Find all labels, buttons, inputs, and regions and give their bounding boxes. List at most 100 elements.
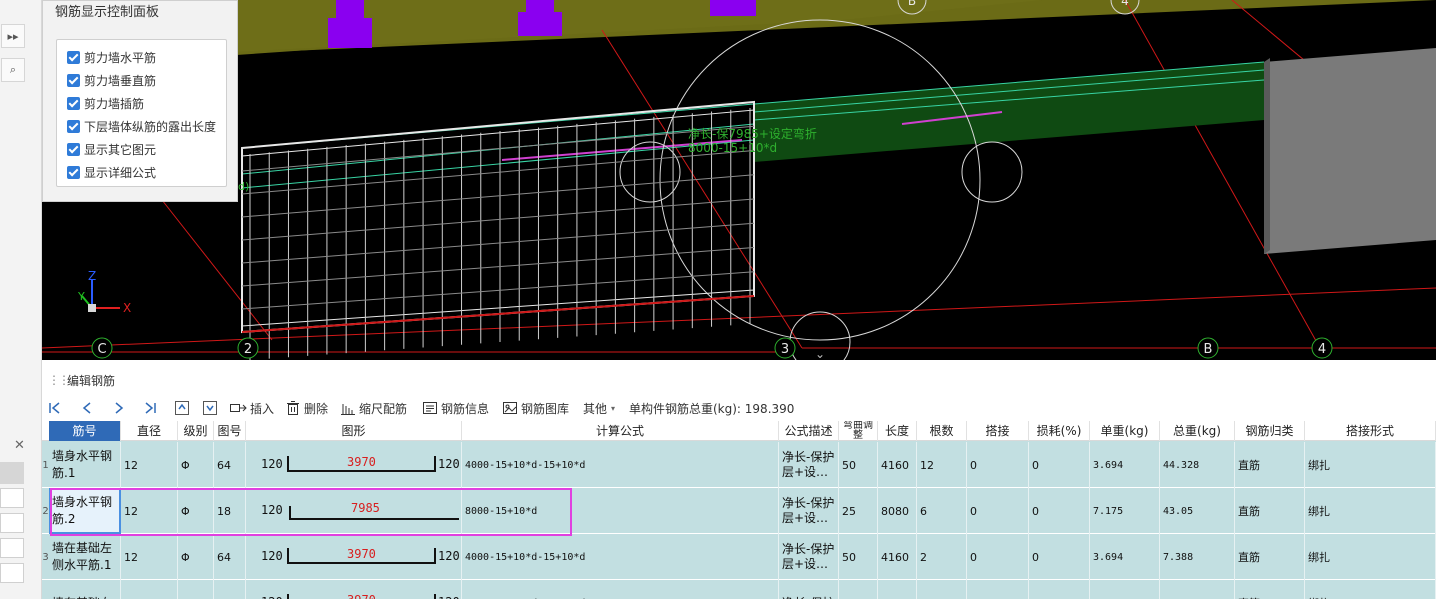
header-category[interactable]: 钢筋归类 bbox=[1235, 421, 1305, 441]
collapse-chevron-icon[interactable]: ⌄ bbox=[815, 347, 825, 360]
shape-cell[interactable]: 120 3970 120 bbox=[246, 534, 462, 580]
move-up-button[interactable] bbox=[174, 398, 190, 418]
header-formula[interactable]: 计算公式 bbox=[462, 421, 779, 441]
header-figure-no[interactable]: 图号 bbox=[214, 421, 246, 441]
header-lap-type[interactable]: 搭接形式 bbox=[1305, 421, 1436, 441]
header-unit-weight[interactable]: 单重(kg) bbox=[1090, 421, 1160, 441]
diameter-cell[interactable]: 12 bbox=[121, 442, 178, 488]
table-row[interactable]: 2 墙身水平钢筋.2 12 Φ 18 8000-15+10*d 净长-保护层+设… 25 808… bbox=[42, 488, 1436, 534]
lap-cell[interactable]: 0 bbox=[967, 534, 1029, 580]
drag-grip-icon[interactable]: ⋮⋮ bbox=[48, 373, 70, 387]
length-cell[interactable]: 4160 bbox=[878, 534, 917, 580]
next-record-button[interactable] bbox=[112, 398, 126, 418]
header-bar-number[interactable]: 筋号 bbox=[49, 421, 121, 441]
count-cell[interactable]: 12 bbox=[917, 442, 967, 488]
header-count[interactable]: 根数 bbox=[917, 421, 967, 441]
header-formula-desc[interactable]: 公式描述 bbox=[779, 421, 839, 441]
total-wt-cell[interactable]: 7.388 bbox=[1160, 580, 1235, 599]
unit-wt-cell[interactable]: 7.175 bbox=[1090, 488, 1160, 534]
desc-cell[interactable]: 净长-保护 bbox=[779, 580, 839, 599]
category-cell[interactable]: 直筋 bbox=[1235, 580, 1305, 599]
diameter-cell[interactable]: 12 bbox=[121, 534, 178, 580]
option-show-other-elements[interactable]: 显示其它图元 bbox=[67, 140, 156, 158]
header-length[interactable]: 长度 bbox=[878, 421, 917, 441]
grade-cell[interactable]: Φ bbox=[178, 488, 214, 534]
lap-type-cell[interactable]: 绑扎 bbox=[1305, 488, 1436, 534]
lap-cell[interactable]: 0 bbox=[967, 580, 1029, 599]
unit-wt-cell[interactable]: 3.694 bbox=[1090, 580, 1160, 599]
loss-cell[interactable]: 0 bbox=[1029, 442, 1090, 488]
header-loss[interactable]: 损耗(%) bbox=[1029, 421, 1090, 441]
count-cell[interactable]: 2 bbox=[917, 580, 967, 599]
sidebar-selected-item[interactable] bbox=[0, 462, 24, 484]
formula-cell[interactable]: 8000-15+10*d bbox=[462, 488, 779, 534]
diameter-cell[interactable]: 12 bbox=[121, 580, 178, 599]
checkbox-checked-icon[interactable] bbox=[67, 96, 80, 110]
option-shear-wall-vertical[interactable]: 剪力墙垂直筋 bbox=[67, 71, 156, 89]
checkbox-checked-icon[interactable] bbox=[67, 119, 80, 133]
bend-cell[interactable]: 25 bbox=[839, 488, 878, 534]
length-cell[interactable]: 4160 bbox=[878, 442, 917, 488]
sidebar-field[interactable] bbox=[0, 563, 24, 583]
bar-name-cell[interactable]: 墙身水平钢筋.2 bbox=[49, 488, 121, 534]
sidebar-field[interactable] bbox=[0, 538, 24, 558]
grade-cell[interactable]: Φ bbox=[178, 534, 214, 580]
diameter-cell[interactable]: 12 bbox=[121, 488, 178, 534]
lap-type-cell[interactable]: 绑扎 bbox=[1305, 580, 1436, 599]
table-row[interactable]: 1 墙身水平钢筋.1 12 Φ 64 4000-15+10*d-15+10*d 净长-保护层… bbox=[42, 442, 1436, 488]
option-shear-wall-horizontal[interactable]: 剪力墙水平筋 bbox=[67, 48, 156, 66]
table-row[interactable]: 4墙在基础右12Φ64 4000-15+10*d-15+10*d净长-保护5041… bbox=[42, 580, 1436, 599]
option-exposed-length[interactable]: 下层墙体纵筋的露出长度 bbox=[67, 117, 216, 135]
header-shape[interactable]: 图形 bbox=[246, 421, 462, 441]
other-dropdown[interactable]: 其他 ▾ bbox=[583, 398, 615, 418]
bend-cell[interactable]: 50 bbox=[839, 442, 878, 488]
shape-cell[interactable]: 120 7985 bbox=[246, 488, 462, 534]
table-row[interactable]: 3 墙在基础左侧水平筋.1 12 Φ 64 4000-15+10*d-15+10*d 净长-… bbox=[42, 534, 1436, 580]
fig-no-cell[interactable]: 18 bbox=[214, 488, 246, 534]
unit-wt-cell[interactable]: 3.694 bbox=[1090, 442, 1160, 488]
close-icon[interactable]: ✕ bbox=[14, 438, 25, 453]
sidebar-field[interactable] bbox=[0, 513, 24, 533]
checkbox-checked-icon[interactable] bbox=[67, 50, 80, 64]
header-lap[interactable]: 搭接 bbox=[967, 421, 1029, 441]
bend-cell[interactable]: 50 bbox=[839, 580, 878, 599]
count-cell[interactable]: 2 bbox=[917, 534, 967, 580]
checkbox-checked-icon[interactable] bbox=[67, 73, 80, 87]
grade-cell[interactable]: Φ bbox=[178, 442, 214, 488]
bar-name-cell[interactable]: 墙在基础右 bbox=[49, 580, 121, 599]
header-bend-adjust[interactable]: 弯曲调整 bbox=[839, 421, 878, 441]
last-record-button[interactable] bbox=[143, 398, 157, 418]
previous-record-button[interactable] bbox=[80, 398, 94, 418]
formula-cell[interactable]: 4000-15+10*d-15+10*d bbox=[462, 442, 779, 488]
shape-cell[interactable]: 120 3970 120 bbox=[246, 442, 462, 488]
lap-cell[interactable]: 0 bbox=[967, 488, 1029, 534]
bend-cell[interactable]: 50 bbox=[839, 534, 878, 580]
header-diameter[interactable]: 直径(mm) bbox=[121, 421, 178, 441]
category-cell[interactable]: 直筋 bbox=[1235, 534, 1305, 580]
desc-cell[interactable]: 净长-保护层+设… bbox=[779, 488, 839, 534]
total-wt-cell[interactable]: 44.328 bbox=[1160, 442, 1235, 488]
lap-cell[interactable]: 0 bbox=[967, 442, 1029, 488]
first-record-button[interactable] bbox=[48, 398, 62, 418]
formula-cell[interactable]: 4000-15+10*d-15+10*d bbox=[462, 580, 779, 599]
length-cell[interactable]: 4160 bbox=[878, 580, 917, 599]
lap-type-cell[interactable]: 绑扎 bbox=[1305, 442, 1436, 488]
grade-cell[interactable]: Φ bbox=[178, 580, 214, 599]
bar-name-cell[interactable]: 墙在基础左侧水平筋.1 bbox=[49, 534, 121, 580]
loss-cell[interactable]: 0 bbox=[1029, 580, 1090, 599]
category-cell[interactable]: 直筋 bbox=[1235, 488, 1305, 534]
fig-no-cell[interactable]: 64 bbox=[214, 534, 246, 580]
unit-wt-cell[interactable]: 3.694 bbox=[1090, 534, 1160, 580]
loss-cell[interactable]: 0 bbox=[1029, 488, 1090, 534]
fig-no-cell[interactable]: 64 bbox=[214, 442, 246, 488]
header-grade[interactable]: 级别 bbox=[178, 421, 214, 441]
count-cell[interactable]: 6 bbox=[917, 488, 967, 534]
desc-cell[interactable]: 净长-保护层+设… bbox=[779, 442, 839, 488]
option-shear-wall-dowel[interactable]: 剪力墙插筋 bbox=[67, 94, 144, 112]
category-cell[interactable]: 直筋 bbox=[1235, 442, 1305, 488]
total-wt-cell[interactable]: 43.05 bbox=[1160, 488, 1235, 534]
header-total-weight[interactable]: 总重(kg) bbox=[1160, 421, 1235, 441]
formula-cell[interactable]: 4000-15+10*d-15+10*d bbox=[462, 534, 779, 580]
lap-type-cell[interactable]: 绑扎 bbox=[1305, 534, 1436, 580]
expand-icon[interactable]: ▸▸ bbox=[1, 24, 25, 48]
